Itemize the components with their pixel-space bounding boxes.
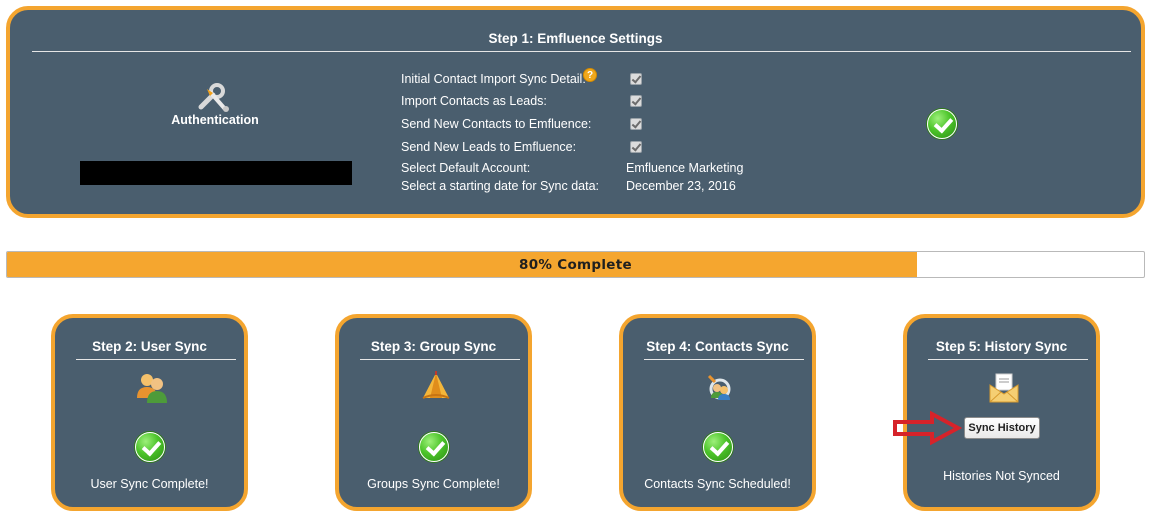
step1-settings-panel: Step 1: Emfluence Settings Authenticatio… [6,6,1145,218]
default-account-label: Select Default Account: [401,161,531,175]
default-account-value: Emfluence Marketing [626,161,744,175]
step2-divider [76,359,236,360]
checkbox-import-contacts-as-leads[interactable] [630,95,642,107]
step2-check-icon [135,432,165,462]
contacts-sync-icon [707,374,731,400]
progress-bar: 80% Complete [6,251,1145,278]
step2-title: Step 2: User Sync [92,339,207,354]
start-date-label: Select a starting date for Sync data: [401,179,600,193]
step4-title: Step 4: Contacts Sync [646,339,789,354]
checkbox-initial-import[interactable] [630,73,642,85]
step3-status: Groups Sync Complete! [367,477,500,491]
setting-label-import-contacts-as-leads: Import Contacts as Leads: [401,94,547,108]
step4-contacts-sync-card: Step 4: Contacts Sync Contacts Sync Sche… [619,314,816,511]
setting-label-send-new-contacts: Send New Contacts to Emfluence: [401,117,592,131]
step3-check-icon [419,432,449,462]
step1-title: Step 1: Emfluence Settings [488,31,663,46]
sync-history-button[interactable]: Sync History [964,417,1040,439]
step5-status: Histories Not Synced [943,469,1060,483]
step2-status: User Sync Complete! [90,477,209,491]
step4-check-icon [703,432,733,462]
step4-divider [644,359,804,360]
step2-user-sync-card: Step 2: User Sync User Sync Complete! [51,314,248,511]
step4-status: Contacts Sync Scheduled! [644,477,791,491]
step1-check-icon [927,109,957,139]
authentication-label: Authentication [171,113,259,127]
envelope-icon [989,373,1019,403]
start-date-value: December 23, 2016 [626,179,736,193]
setting-label-initial-import: Initial Contact Import Sync Detail: [401,72,586,86]
step3-group-sync-card: Step 3: Group Sync Groups Sync Complete! [335,314,532,511]
checkbox-send-new-leads[interactable] [630,141,642,153]
step3-divider [360,359,520,360]
setting-label-send-new-leads: Send New Leads to Emfluence: [401,140,577,154]
redacted-block [80,161,352,185]
red-arrow-icon [893,411,962,445]
group-tent-icon [422,371,450,399]
tools-icon [198,83,229,112]
users-icon [137,374,167,403]
step3-title: Step 3: Group Sync [370,339,497,354]
help-icon[interactable]: ? [583,68,597,82]
progress-text: 80% Complete [519,257,632,273]
step5-title: Step 5: History Sync [935,339,1068,354]
step1-divider [32,51,1131,52]
checkbox-send-new-contacts[interactable] [630,118,642,130]
step5-divider [928,359,1088,360]
